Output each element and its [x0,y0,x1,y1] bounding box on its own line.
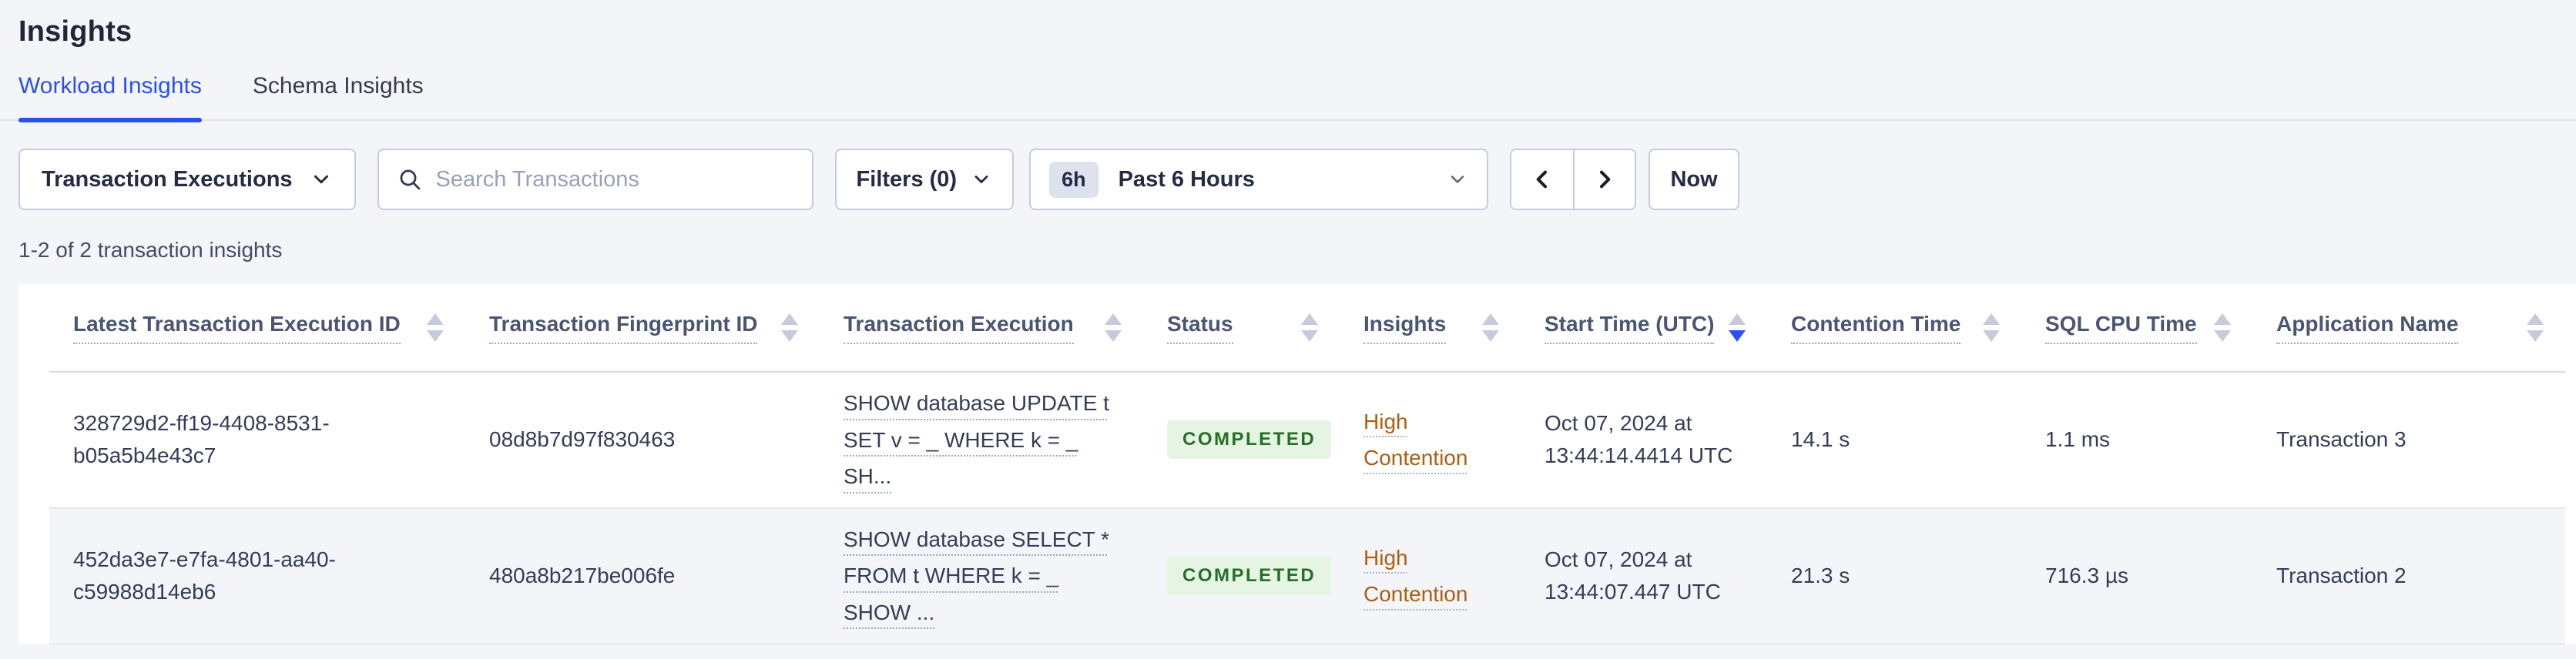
filters-dropdown[interactable]: Filters (0) [834,149,1015,210]
start-time: Oct 07, 2024 at 13:44:14.4414 UTC [1545,411,1733,468]
fingerprint-id: 480a8b217be006fe [489,564,676,588]
time-next-button[interactable] [1573,150,1635,209]
sort-icon[interactable] [1105,313,1122,342]
column-header-insights[interactable]: Insights [1340,284,1521,373]
insight-link[interactable]: High Contention [1363,540,1499,613]
sort-icon[interactable] [2527,313,2544,342]
tab-bar: Workload Insights Schema Insights [0,73,2576,122]
time-range-picker[interactable]: 6h Past 6 Hours [1029,149,1489,210]
contention-time: 21.3 s [1791,564,1850,588]
column-header-contention-time[interactable]: Contention Time [1767,284,2021,373]
start-time: Oct 07, 2024 at 13:44:07.447 UTC [1545,547,1721,604]
insight-link[interactable]: High Contention [1363,403,1499,477]
status-badge: COMPLETED [1167,420,1332,460]
table-header-row: Latest Transaction Execution ID Transact… [49,284,2565,373]
now-button-label: Now [1670,166,1718,192]
insights-table-card: Latest Transaction Execution ID Transact… [18,284,2576,644]
sort-icon[interactable] [781,313,798,342]
chevron-down-icon [310,168,333,191]
now-button[interactable]: Now [1649,149,1740,210]
search-box [377,149,813,210]
column-header-application-name[interactable]: Application Name [2252,284,2565,373]
transaction-execution-link[interactable]: SHOW database SELECT * FROM t WHERE k = … [844,521,1115,631]
latest-execution-id: 328729d2-ff19-4408-8531-b05a5b4e43c7 [73,411,330,468]
contention-time: 14.1 s [1791,427,1850,452]
latest-execution-id: 452da3e7-e7fa-4801-aa40-c59988d14eb6 [73,547,336,604]
tab-workload-insights[interactable]: Workload Insights [18,73,202,122]
filters-label: Filters (0) [856,166,958,192]
column-header-latest-transaction-execution-id[interactable]: Latest Transaction Execution ID [49,284,465,373]
chevron-down-icon [971,169,992,190]
column-header-start-time[interactable]: Start Time (UTC) [1521,284,1767,373]
execution-type-dropdown[interactable]: Transaction Executions [18,149,356,210]
sort-icon[interactable] [2214,313,2231,342]
sql-cpu-time: 1.1 ms [2045,427,2111,452]
time-prev-button[interactable] [1511,150,1574,209]
time-range-label: Past 6 Hours [1118,166,1255,192]
table-row: 452da3e7-e7fa-4801-aa40-c59988d14eb6 480… [49,507,2565,644]
column-header-transaction-execution[interactable]: Transaction Execution [820,284,1143,373]
table-row: 328729d2-ff19-4408-8531-b05a5b4e43c7 08d… [49,372,2565,509]
column-header-transaction-fingerprint-id[interactable]: Transaction Fingerprint ID [465,284,820,373]
chevron-right-icon [1592,167,1617,192]
time-range-arrows [1510,149,1637,210]
time-range-badge: 6h [1049,161,1098,198]
search-input[interactable] [435,166,793,192]
transaction-insights-table: Latest Transaction Execution ID Transact… [49,284,2565,644]
application-name: Transaction 3 [2276,427,2407,452]
application-name: Transaction 2 [2276,564,2407,588]
fingerprint-id: 08d8b7d97f830463 [489,427,676,452]
chevron-left-icon [1530,167,1555,192]
column-header-sql-cpu-time[interactable]: SQL CPU Time [2021,284,2252,373]
sort-icon[interactable] [1983,313,2000,342]
sort-icon[interactable] [1482,313,1499,342]
results-summary: 1-2 of 2 transaction insights [18,238,283,262]
execution-type-label: Transaction Executions [42,166,293,192]
toolbar: Transaction Executions Filters (0) 6h Pa… [0,149,2576,210]
chevron-down-icon [1447,169,1468,190]
page-title: Insights [18,15,132,48]
sql-cpu-time: 716.3 µs [2045,564,2128,588]
transaction-execution-link[interactable]: SHOW database UPDATE t SET v = _ WHERE k… [844,385,1115,495]
sort-icon-active-desc[interactable] [1729,313,1746,342]
sort-icon[interactable] [1301,313,1318,342]
column-header-status[interactable]: Status [1143,284,1340,373]
status-badge: COMPLETED [1167,557,1332,596]
sort-icon[interactable] [427,313,444,342]
tab-schema-insights[interactable]: Schema Insights [253,73,424,119]
search-icon [397,167,422,192]
